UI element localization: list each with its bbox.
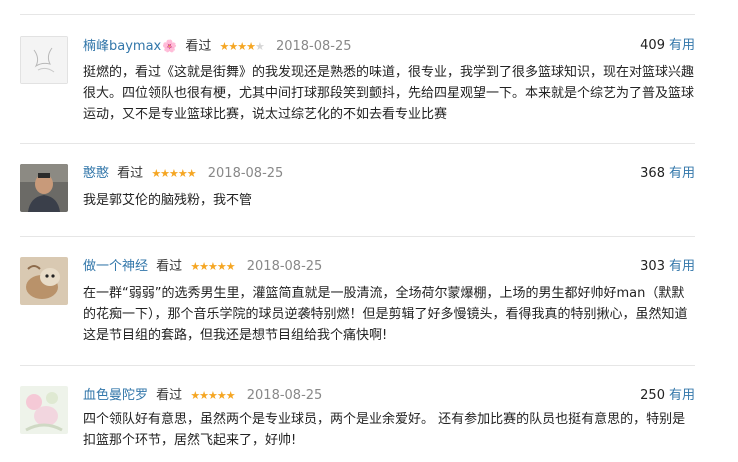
comment-date: 2018-08-25 — [275, 39, 352, 54]
vote-count: 409 — [640, 38, 665, 53]
comment-item: 血色曼陀罗 看过 ★★★★★ 2018-08-25 250 有用 四个领队好有意思… — [20, 386, 695, 462]
avatar[interactable] — [20, 164, 68, 212]
comment-text: 我是郭艾伦的脑残粉，我不管 — [83, 193, 253, 208]
rating-stars: ★★★★★ — [190, 260, 235, 273]
avatar[interactable] — [20, 36, 68, 84]
comment-item: 做一个神经 看过 ★★★★★ 2018-08-25 303 有用 在一群“弱弱”的… — [20, 257, 695, 352]
vote-area: 368 有用 — [640, 164, 695, 184]
avatar[interactable] — [20, 386, 68, 434]
divider — [20, 143, 695, 144]
comment-item: 楠峰baymax🌸 看过 ★★★★★ 2018-08-25 409 有用 挺燃的，… — [20, 36, 695, 131]
vote-count: 250 — [640, 388, 665, 403]
author-link[interactable]: 楠峰baymax — [83, 39, 161, 54]
comment-meta: 血色曼陀罗 看过 ★★★★★ 2018-08-25 — [83, 386, 322, 406]
watched-label: 看过 — [117, 166, 144, 181]
watched-label: 看过 — [156, 259, 183, 274]
author-link[interactable]: 血色曼陀罗 — [83, 388, 148, 403]
vote-area: 409 有用 — [640, 36, 695, 56]
top-divider — [20, 14, 695, 15]
vote-count: 303 — [640, 259, 665, 274]
useful-button[interactable]: 有用 — [669, 259, 695, 274]
comment-text: 四个领队好有意思，虽然两个是专业球员，两个是业余爱好。 还有参加比赛的队员也挺有… — [83, 412, 686, 448]
comment-date: 2018-08-25 — [246, 259, 323, 274]
comment-meta: 楠峰baymax🌸 看过 ★★★★★ 2018-08-25 — [83, 36, 352, 56]
comment-meta: 憨憨 看过 ★★★★★ 2018-08-25 — [83, 164, 283, 184]
vote-area: 303 有用 — [640, 257, 695, 277]
avatar[interactable] — [20, 257, 68, 305]
comment-date: 2018-08-25 — [246, 388, 323, 403]
author-link[interactable]: 憨憨 — [83, 166, 109, 181]
comment-item: 憨憨 看过 ★★★★★ 2018-08-25 368 有用 我是郭艾伦的脑残粉，我… — [20, 164, 695, 222]
author-link[interactable]: 做一个神经 — [83, 259, 148, 274]
divider — [20, 365, 695, 366]
vote-count: 368 — [640, 166, 665, 181]
rating-stars: ★★★★★ — [219, 40, 265, 53]
comment-meta: 做一个神经 看过 ★★★★★ 2018-08-25 — [83, 257, 322, 277]
vote-area: 250 有用 — [640, 386, 695, 406]
useful-button[interactable]: 有用 — [669, 166, 695, 181]
comment-text: 挺燃的，看过《这就是街舞》的我发现还是熟悉的味道，很专业，我学到了很多篮球知识，… — [83, 65, 695, 122]
comment-text: 在一群“弱弱”的选秀男生里，灌篮简直就是一股清流，全场荷尔蒙爆棚，上场的男生都好… — [83, 286, 688, 343]
rating-stars: ★★★★★ — [151, 167, 196, 180]
flower-emoji-icon: 🌸 — [162, 39, 178, 53]
comment-date: 2018-08-25 — [207, 166, 284, 181]
useful-button[interactable]: 有用 — [669, 388, 695, 403]
rating-stars: ★★★★★ — [190, 389, 235, 402]
watched-label: 看过 — [185, 39, 212, 54]
useful-button[interactable]: 有用 — [669, 38, 695, 53]
divider — [20, 236, 695, 237]
watched-label: 看过 — [156, 388, 183, 403]
